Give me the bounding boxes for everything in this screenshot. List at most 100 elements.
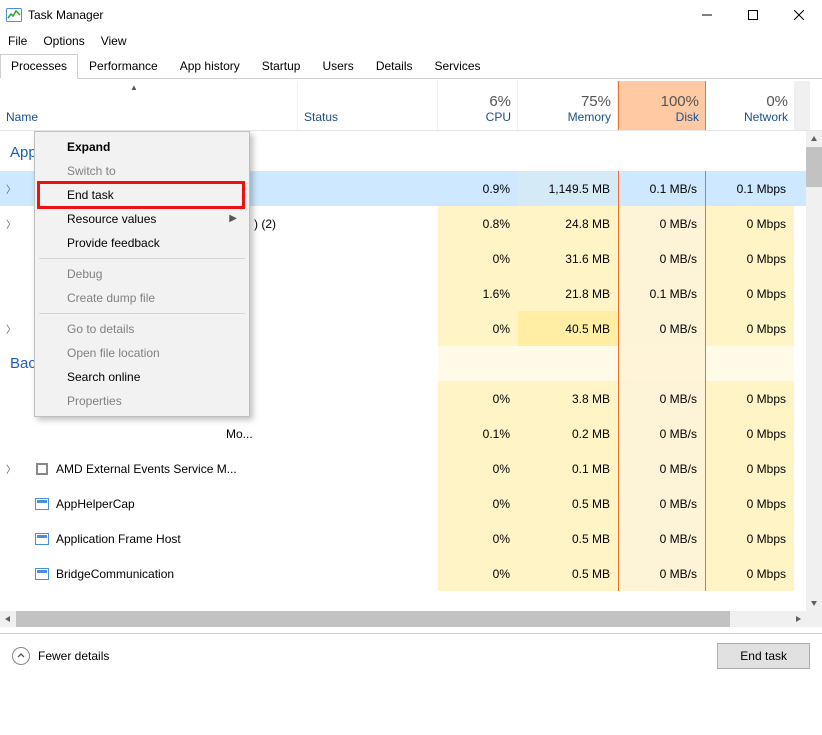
fewer-details-label: Fewer details: [38, 649, 109, 663]
cell-net: 0 Mbps: [706, 451, 794, 486]
scroll-left-icon[interactable]: [0, 611, 16, 627]
cell-cpu: 0.9%: [438, 171, 518, 206]
process-row[interactable]: 〉AppHelperCap 0% 0.5 MB 0 MB/s 0 Mbps: [0, 486, 822, 521]
cell-net: 0 Mbps: [706, 556, 794, 591]
titlebar: Task Manager: [0, 0, 822, 30]
process-row[interactable]: 〉Application Frame Host 0% 0.5 MB 0 MB/s…: [0, 521, 822, 556]
sort-indicator-icon: ▲: [130, 83, 138, 92]
end-task-button[interactable]: End task: [717, 643, 810, 669]
disk-usage-pct: 100%: [661, 93, 699, 110]
ctx-search-online[interactable]: Search online: [37, 365, 247, 389]
tab-startup[interactable]: Startup: [251, 54, 312, 79]
cell-mem: 0.1 MB: [518, 451, 618, 486]
chevron-right-icon[interactable]: 〉: [4, 321, 18, 336]
cell-net: 0 Mbps: [706, 381, 794, 416]
cell-disk: 0 MB/s: [618, 451, 706, 486]
window-title: Task Manager: [28, 8, 684, 22]
cpu-usage-pct: 6%: [489, 93, 511, 110]
process-name: AMD External Events Service M...: [56, 462, 237, 476]
tab-performance[interactable]: Performance: [78, 54, 169, 79]
cell-cpu: 0%: [438, 556, 518, 591]
ctx-open-file-location: Open file location: [37, 341, 247, 365]
ctx-switch-to: Switch to: [37, 159, 247, 183]
footer: Fewer details End task: [0, 633, 822, 677]
cell-disk: 0 MB/s: [618, 241, 706, 276]
cell-disk: 0 MB/s: [618, 381, 706, 416]
tab-users[interactable]: Users: [311, 54, 364, 79]
column-memory[interactable]: 75% Memory: [518, 81, 618, 130]
ctx-provide-feedback[interactable]: Provide feedback: [37, 231, 247, 255]
scroll-right-icon[interactable]: [790, 611, 806, 627]
ctx-end-task[interactable]: End task: [37, 183, 247, 207]
ctx-separator-2: [39, 313, 245, 314]
close-button[interactable]: [776, 0, 822, 30]
chevron-up-icon: [12, 647, 30, 665]
cell-mem: 40.5 MB: [518, 311, 618, 346]
ctx-go-to-details: Go to details: [37, 317, 247, 341]
cell-cpu: 0%: [438, 241, 518, 276]
cell-mem: 0.2 MB: [518, 416, 618, 451]
tab-services[interactable]: Services: [424, 54, 492, 79]
menu-options[interactable]: Options: [37, 32, 94, 50]
process-row[interactable]: 〉 AMD External Events Service M... 0% 0.1…: [0, 451, 822, 486]
maximize-button[interactable]: [730, 0, 776, 30]
scroll-up-icon[interactable]: [806, 131, 822, 147]
cell-net: 0 Mbps: [706, 311, 794, 346]
horizontal-scrollbar[interactable]: [0, 611, 822, 627]
process-icon: [34, 461, 50, 477]
scroll-down-icon[interactable]: [806, 595, 822, 611]
cell-cpu: 0%: [438, 486, 518, 521]
context-menu: Expand Switch to End task Resource value…: [34, 131, 250, 417]
chevron-right-icon[interactable]: 〉: [4, 216, 18, 231]
ctx-separator-1: [39, 258, 245, 259]
menu-view[interactable]: View: [95, 32, 137, 50]
tab-app-history[interactable]: App history: [169, 54, 251, 79]
process-name: Application Frame Host: [56, 532, 181, 546]
process-row[interactable]: 〉BridgeCommunication 0% 0.5 MB 0 MB/s 0 …: [0, 556, 822, 591]
process-icon: [34, 566, 50, 582]
ctx-expand[interactable]: Expand: [37, 135, 247, 159]
menubar: File Options View: [0, 30, 822, 52]
column-status[interactable]: Status: [298, 81, 438, 130]
process-icon: [34, 531, 50, 547]
cell-net: 0 Mbps: [706, 276, 794, 311]
cell-disk: 0 MB/s: [618, 521, 706, 556]
cell-disk: 0 MB/s: [618, 311, 706, 346]
cell-disk: 0 MB/s: [618, 486, 706, 521]
menu-file[interactable]: File: [2, 32, 37, 50]
cell-mem: 31.6 MB: [518, 241, 618, 276]
cell-mem: 3.8 MB: [518, 381, 618, 416]
scroll-thumb[interactable]: [806, 147, 822, 187]
column-disk[interactable]: 100% Disk: [618, 81, 706, 130]
tab-bar: Processes Performance App history Startu…: [0, 54, 822, 79]
ctx-properties: Properties: [37, 389, 247, 413]
cell-disk: 0.1 MB/s: [618, 276, 706, 311]
column-cpu[interactable]: 6% CPU: [438, 81, 518, 130]
cell-disk: 0 MB/s: [618, 206, 706, 241]
cell-cpu: 0%: [438, 451, 518, 486]
column-name[interactable]: Name: [0, 81, 298, 130]
ctx-resource-values[interactable]: Resource values ▶: [37, 207, 247, 231]
column-network[interactable]: 0% Network: [706, 81, 794, 130]
chevron-right-icon: ▶: [229, 213, 237, 224]
vertical-scrollbar[interactable]: [806, 131, 822, 611]
cell-net: 0 Mbps: [706, 206, 794, 241]
chevron-right-icon[interactable]: 〉: [4, 461, 18, 476]
scroll-thumb-h[interactable]: [16, 611, 730, 627]
cell-cpu: 0%: [438, 381, 518, 416]
cell-net: 0.1 Mbps: [706, 171, 794, 206]
cell-disk: 0.1 MB/s: [618, 171, 706, 206]
process-name: Mo...: [226, 427, 253, 441]
process-row[interactable]: Mo... 0.1% 0.2 MB 0 MB/s 0 Mbps: [0, 416, 822, 451]
ctx-create-dump: Create dump file: [37, 286, 247, 310]
tab-details[interactable]: Details: [365, 54, 424, 79]
tab-processes[interactable]: Processes: [0, 54, 78, 79]
column-headers: Name Status 6% CPU 75% Memory 100% Disk …: [0, 81, 822, 131]
task-manager-icon: [6, 7, 22, 23]
cell-net: 0 Mbps: [706, 416, 794, 451]
minimize-button[interactable]: [684, 0, 730, 30]
cell-mem: 24.8 MB: [518, 206, 618, 241]
fewer-details-button[interactable]: Fewer details: [12, 647, 109, 665]
cell-cpu: 1.6%: [438, 276, 518, 311]
chevron-right-icon[interactable]: 〉: [4, 181, 18, 196]
